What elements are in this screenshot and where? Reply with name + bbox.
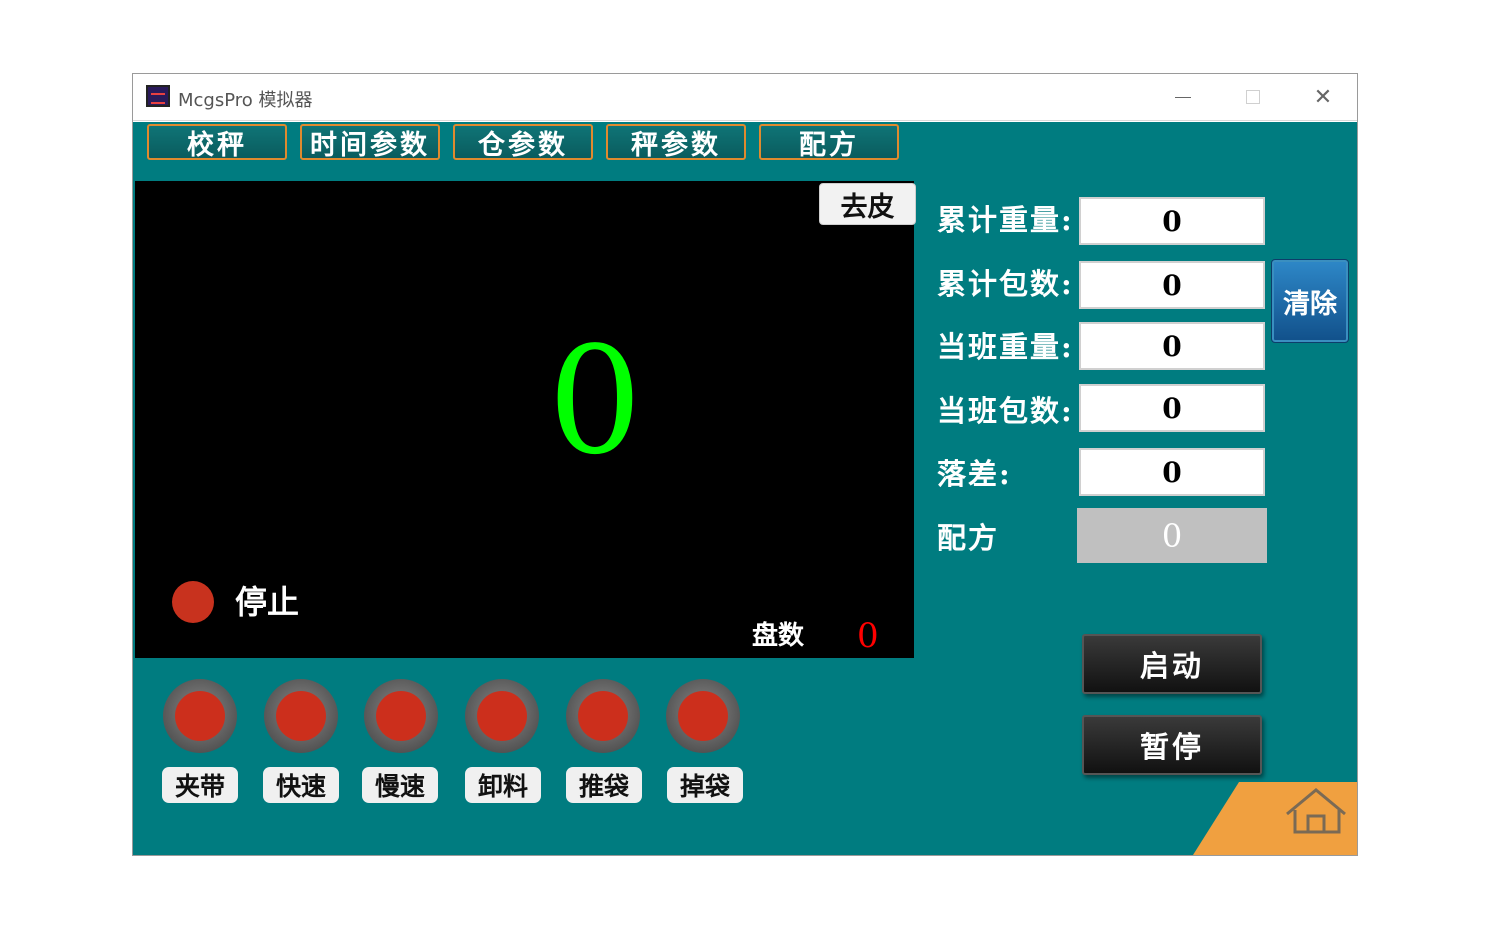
recipe-label: 配方 [937,521,1000,555]
push-bag-lamp-label: 推袋 [566,767,642,803]
shift-weight-value[interactable]: 0 [1079,322,1265,370]
minimize-button[interactable] [1163,82,1203,112]
shift-weight-label: 当班重量: [937,330,1074,364]
start-button[interactable]: 启动 [1082,634,1262,694]
shift-bags-label: 当班包数: [937,394,1074,428]
total-bags-value[interactable]: 0 [1079,261,1265,309]
disk-count-value: 0 [857,616,879,656]
drop-bag-lamp [666,679,740,753]
home-button[interactable] [1193,782,1357,855]
drop-difference-label: 落差: [937,457,1012,491]
minimize-icon [1175,96,1191,98]
tab-bin-params[interactable]: 仓参数 [453,124,593,161]
disk-count-label: 盘数 [752,621,805,651]
clamp-lamp-label: 夹带 [162,767,238,803]
maximize-button[interactable] [1233,82,1273,112]
total-weight-label: 累计重量: [937,203,1074,237]
drop-bag-lamp-label: 掉袋 [667,767,743,803]
discharge-lamp [465,679,539,753]
push-bag-lamp [566,679,640,753]
status-indicator [172,581,214,623]
clamp-lamp [163,679,237,753]
maximize-icon [1246,90,1260,104]
drop-difference-value[interactable]: 0 [1079,448,1265,496]
title-bar: McgsPro 模拟器 ✕ [133,74,1357,121]
tare-button[interactable]: 去皮 [819,183,916,225]
recipe-value: 0 [1077,508,1267,563]
simulator-window: McgsPro 模拟器 ✕ 校秤 时间参数 仓参数 秤参数 配方 0 去皮 停止… [132,73,1358,856]
slow-lamp [364,679,438,753]
fast-lamp-label: 快速 [263,767,339,803]
window-title: McgsPro 模拟器 [178,90,313,111]
tab-recipe[interactable]: 配方 [759,124,899,161]
app-icon [146,85,170,107]
slow-lamp-label: 慢速 [362,767,438,803]
total-bags-label: 累计包数: [937,267,1074,301]
weight-display-panel: 0 去皮 停止 盘数 0 [135,181,916,658]
shift-bags-value[interactable]: 0 [1079,384,1265,432]
close-icon: ✕ [1313,84,1333,110]
fast-lamp [264,679,338,753]
close-button[interactable]: ✕ [1303,82,1343,112]
tab-calibrate[interactable]: 校秤 [147,124,287,161]
tab-scale-params[interactable]: 秤参数 [606,124,746,161]
tab-time-params[interactable]: 时间参数 [300,124,440,161]
pause-button[interactable]: 暂停 [1082,715,1262,775]
discharge-lamp-label: 卸料 [465,767,541,803]
status-text: 停止 [235,583,300,621]
clear-button[interactable]: 清除 [1271,259,1349,343]
hmi-screen: 校秤 时间参数 仓参数 秤参数 配方 0 去皮 停止 盘数 0 累计重量: 0 … [133,122,1357,855]
total-weight-value[interactable]: 0 [1079,197,1265,245]
weight-value: 0 [547,315,643,487]
